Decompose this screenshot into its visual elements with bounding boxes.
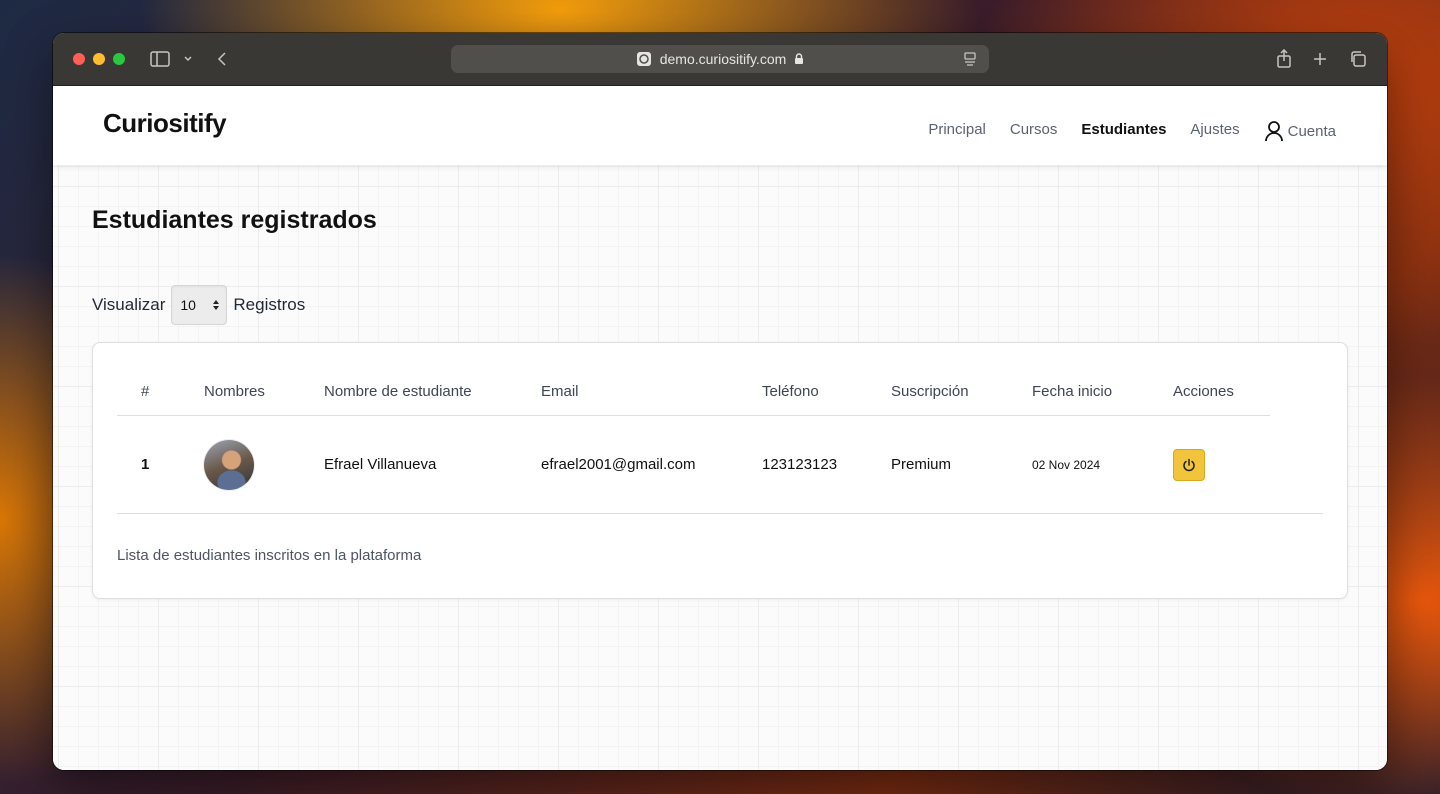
minimize-window-button[interactable] — [93, 53, 105, 65]
lock-icon — [795, 53, 804, 64]
user-icon — [1264, 121, 1283, 142]
back-icon[interactable] — [211, 49, 233, 69]
col-header-start-date[interactable]: Fecha inicio — [1032, 369, 1173, 416]
top-navbar: Curiositify Principal Cursos Estudiantes… — [53, 86, 1387, 165]
actions-cell — [1173, 415, 1270, 514]
url-text: demo.curiositify.com — [659, 51, 787, 67]
share-icon[interactable] — [1273, 49, 1295, 69]
power-icon — [1183, 458, 1195, 471]
logo[interactable]: Curiositify — [103, 108, 227, 139]
sidebar-toggle-icon[interactable] — [149, 49, 171, 69]
address-bar[interactable]: demo.curiositify.com — [451, 45, 989, 73]
nav-link-ajustes[interactable]: Ajustes — [1190, 121, 1239, 138]
table-caption: Lista de estudiantes inscritos en la pla… — [117, 547, 422, 564]
table-row: 1 Efrael Villanueva efrael2001@gmail.com… — [117, 415, 1270, 514]
student-email: efrael2001@gmail.com — [541, 456, 696, 474]
tab-overview-icon[interactable] — [1347, 49, 1369, 69]
records-per-page-select[interactable]: 10 — [171, 285, 228, 325]
student-phone: 123123123 — [762, 456, 838, 474]
account-menu[interactable]: Cuenta — [1264, 120, 1336, 142]
col-header-phone[interactable]: Teléfono — [762, 369, 891, 416]
select-arrows-icon — [213, 300, 220, 310]
avatar-cell — [204, 415, 324, 514]
col-header-email[interactable]: Email — [541, 369, 762, 416]
site-icon — [636, 52, 651, 66]
new-tab-icon[interactable] — [1309, 49, 1331, 69]
account-label: Cuenta — [1287, 122, 1336, 140]
records-per-page-value: 10 — [180, 297, 196, 313]
zoom-window-button[interactable] — [113, 53, 125, 65]
close-window-button[interactable] — [73, 53, 85, 65]
records-length-control: Visualizar 10 Registros — [92, 285, 305, 325]
col-header-subscription[interactable]: Suscripción — [891, 369, 1032, 416]
students-table-card: # Nombres Nombre de estudiante Email Tel… — [92, 342, 1348, 599]
col-header-actions: Acciones — [1173, 369, 1270, 416]
browser-window: demo.curiositify.com Curiositify Princip… — [53, 33, 1387, 770]
student-start-date: 02 Nov 2024 — [1032, 457, 1101, 472]
length-suffix: Registros — [233, 295, 306, 314]
students-table: # Nombres Nombre de estudiante Email Tel… — [117, 369, 1270, 514]
col-header-nombres[interactable]: Nombres — [204, 369, 324, 416]
row-number: 1 — [141, 456, 150, 474]
student-subscription: Premium — [891, 456, 952, 474]
browser-titlebar: demo.curiositify.com — [53, 33, 1387, 86]
chevron-down-icon[interactable] — [177, 49, 199, 69]
col-header-student-name[interactable]: Nombre de estudiante — [324, 369, 541, 416]
table-header-row: # Nombres Nombre de estudiante Email Tel… — [117, 369, 1270, 416]
nav-link-cursos[interactable]: Cursos — [1010, 121, 1058, 138]
nav-link-principal[interactable]: Principal — [928, 121, 986, 138]
page-title: Estudiantes registrados — [92, 206, 377, 234]
nav-links: Principal Cursos Estudiantes Ajustes Cue… — [928, 116, 1336, 142]
col-header-number[interactable]: # — [117, 369, 204, 416]
length-prefix: Visualizar — [92, 295, 166, 314]
avatar — [204, 439, 254, 490]
student-name: Efrael Villanueva — [324, 456, 437, 474]
page-content: Curiositify Principal Cursos Estudiantes… — [53, 86, 1387, 770]
nav-link-estudiantes[interactable]: Estudiantes — [1081, 121, 1166, 138]
reader-icon[interactable] — [963, 51, 977, 67]
deactivate-button[interactable] — [1173, 448, 1205, 481]
table-divider — [117, 513, 1323, 514]
